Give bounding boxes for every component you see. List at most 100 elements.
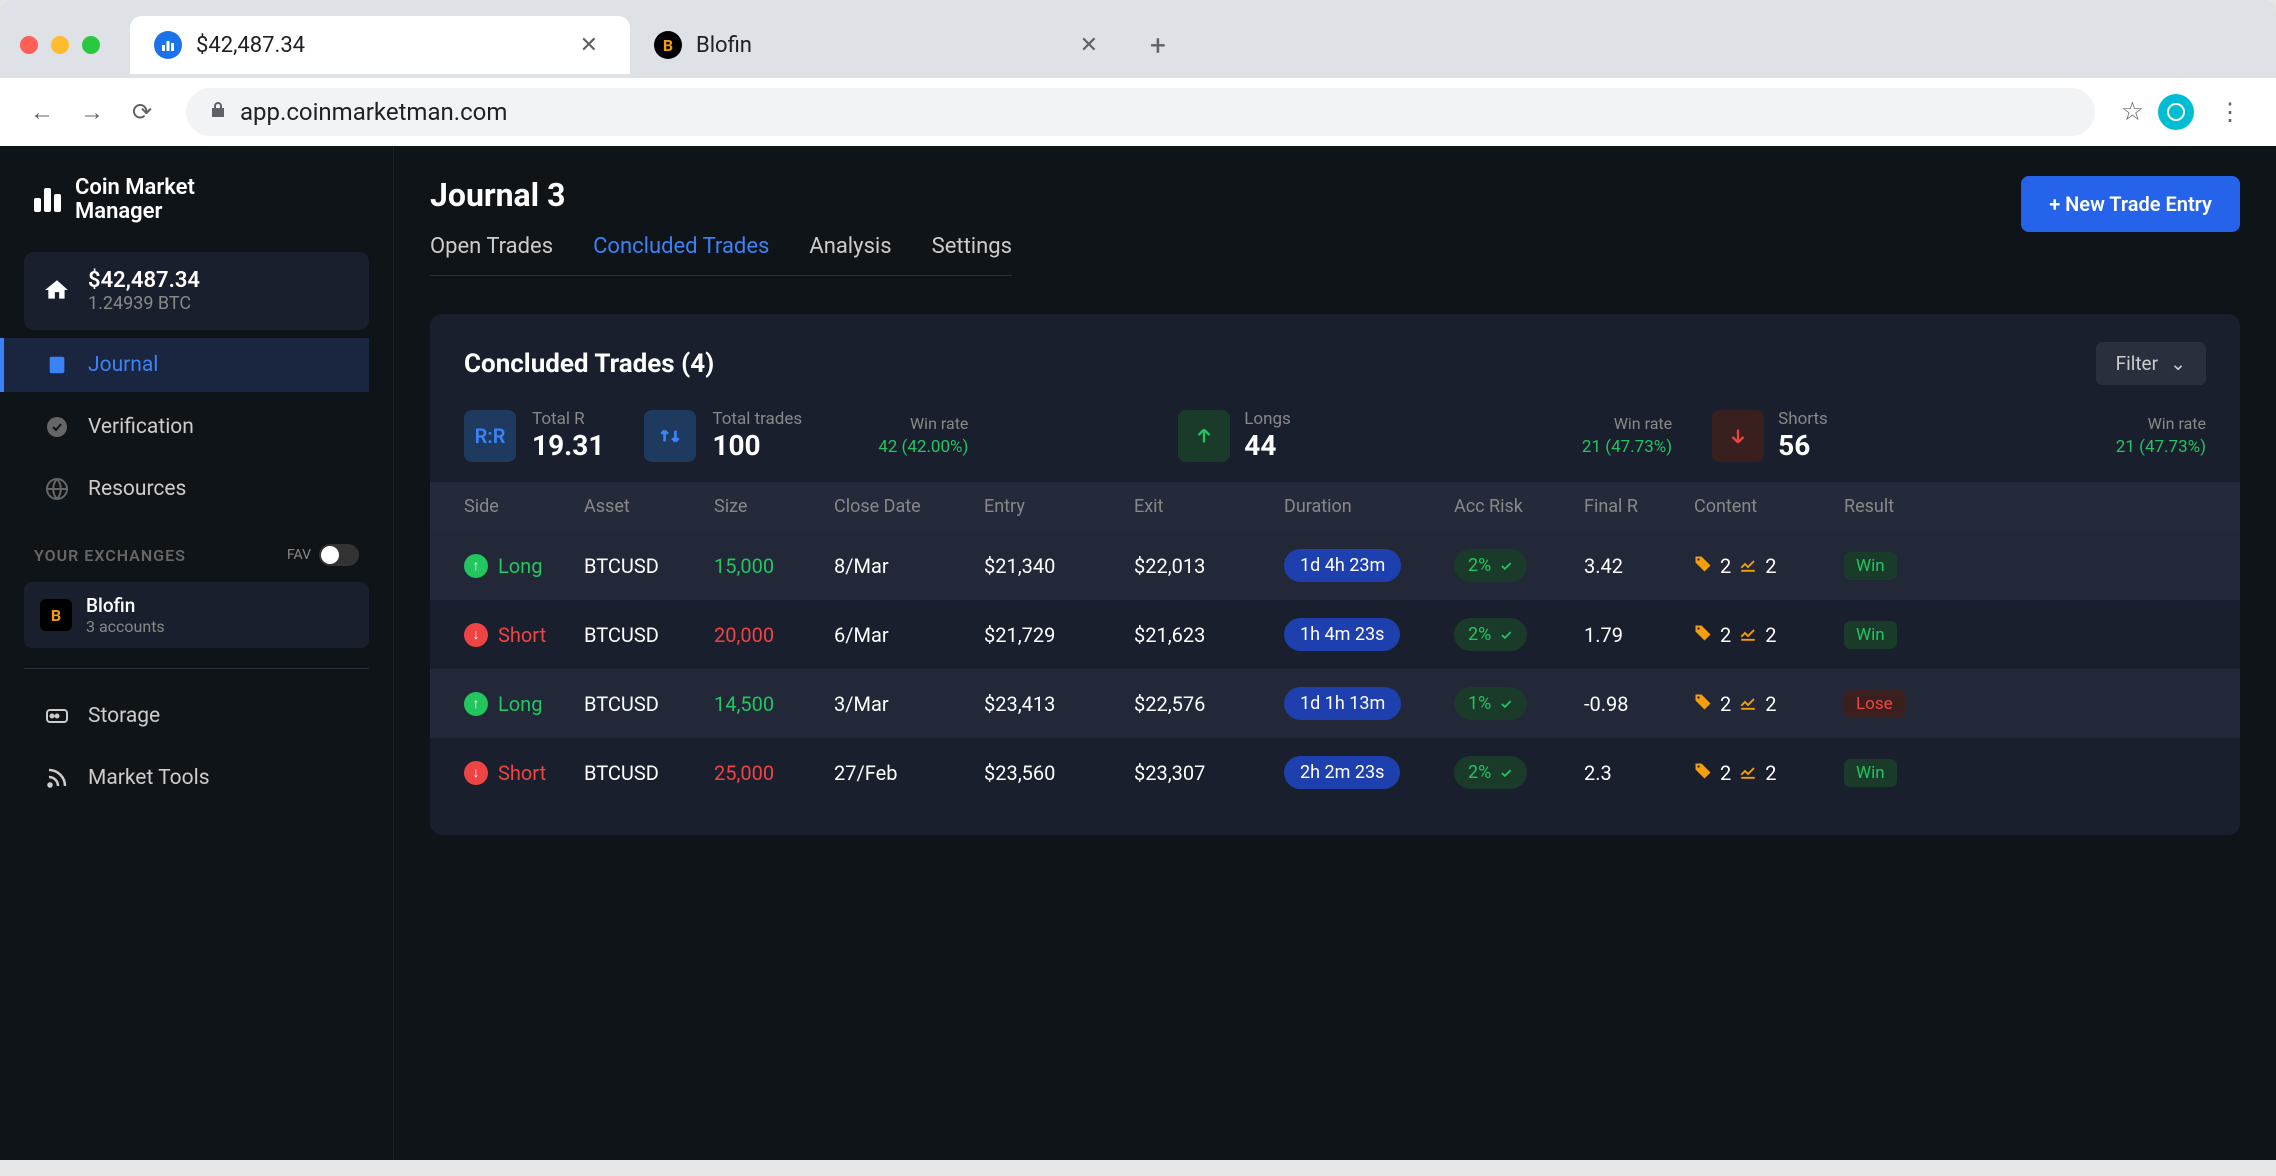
cell-side: ↑ Long — [464, 554, 584, 578]
side-label: Long — [498, 554, 542, 578]
concluded-trades-panel: Concluded Trades (4) Filter ⌄ R:R Total … — [430, 314, 2240, 835]
lock-icon — [210, 101, 226, 124]
profile-button[interactable] — [2158, 94, 2194, 130]
sidebar-item-verification[interactable]: Verification — [24, 400, 369, 454]
tab-settings[interactable]: Settings — [932, 234, 1012, 259]
tab-title: Blofin — [696, 33, 1058, 58]
cell-exit: $21,623 — [1134, 623, 1284, 647]
reload-button[interactable]: ⟳ — [124, 94, 160, 130]
browser-toolbar: ← → ⟳ app.coinmarketman.com ☆ ⋮ — [0, 78, 2276, 146]
cell-size: 14,500 — [714, 692, 834, 716]
balance-usd: $42,487.34 — [88, 268, 200, 293]
cell-final-r: 2.3 — [1584, 761, 1694, 785]
sidebar-item-storage[interactable]: Storage — [24, 689, 369, 743]
cell-asset: BTCUSD — [584, 554, 714, 578]
col-exit: Exit — [1134, 496, 1284, 517]
forward-button[interactable]: → — [74, 94, 110, 130]
stat-value: 56 — [1778, 429, 1828, 462]
address-bar[interactable]: app.coinmarketman.com — [186, 88, 2095, 136]
winrate-label: Win rate — [1614, 414, 1672, 433]
balance-card[interactable]: $42,487.34 1.24939 BTC — [24, 252, 369, 330]
balance-btc: 1.24939 BTC — [88, 293, 200, 314]
cell-asset: BTCUSD — [584, 692, 714, 716]
filter-label: Filter — [2116, 352, 2158, 375]
browser-menu-button[interactable]: ⋮ — [2208, 98, 2252, 126]
exchanges-section-header: YOUR EXCHANGES FAV — [24, 524, 369, 574]
cell-entry: $23,560 — [984, 761, 1134, 785]
new-trade-entry-button[interactable]: + New Trade Entry — [2021, 176, 2240, 232]
chart-count: 2 — [1765, 554, 1776, 578]
tag-icon — [1694, 554, 1712, 578]
cell-result: Lose — [1844, 690, 1944, 718]
exchange-item-blofin[interactable]: B Blofin 3 accounts — [24, 582, 369, 648]
stat-label: Total trades — [712, 409, 802, 429]
cell-final-r: 1.79 — [1584, 623, 1694, 647]
tab-close-button[interactable]: ✕ — [572, 29, 606, 62]
exchange-subtitle: 3 accounts — [86, 617, 165, 636]
traffic-lights — [20, 36, 100, 54]
close-window-button[interactable] — [20, 36, 38, 54]
home-icon — [44, 277, 72, 305]
new-tab-button[interactable]: + — [1130, 29, 1186, 62]
cell-side: ↑ Long — [464, 692, 584, 716]
winrate-label: Win rate — [910, 414, 968, 433]
col-final-r: Final R — [1584, 496, 1694, 517]
app-logo[interactable]: Coin MarketManager — [24, 176, 369, 224]
tag-icon — [1694, 623, 1712, 647]
side-label: Long — [498, 692, 542, 716]
globe-icon — [44, 476, 70, 502]
logo-text: Coin MarketManager — [75, 176, 195, 224]
tag-icon — [1694, 761, 1712, 785]
filter-button[interactable]: Filter ⌄ — [2096, 342, 2206, 385]
tag-icon — [1694, 692, 1712, 716]
table-row[interactable]: ↓ Short BTCUSD 25,000 27/Feb $23,560 $23… — [430, 738, 2240, 807]
tab-favicon: B — [654, 31, 682, 59]
col-content: Content — [1694, 496, 1844, 517]
stat-total-r: R:R Total R 19.31 — [464, 409, 604, 462]
col-duration: Duration — [1284, 496, 1454, 517]
table-row[interactable]: ↑ Long BTCUSD 15,000 8/Mar $21,340 $22,0… — [430, 531, 2240, 600]
table-row[interactable]: ↑ Long BTCUSD 14,500 3/Mar $23,413 $22,5… — [430, 669, 2240, 738]
trades-table: Side Asset Size Close Date Entry Exit Du… — [464, 482, 2206, 807]
col-entry: Entry — [984, 496, 1134, 517]
cell-final-r: 3.42 — [1584, 554, 1694, 578]
sidebar: Coin MarketManager $42,487.34 1.24939 BT… — [0, 146, 394, 1160]
cell-acc-risk: 2% — [1454, 618, 1584, 651]
col-size: Size — [714, 496, 834, 517]
sidebar-item-market-tools[interactable]: Market Tools — [24, 751, 369, 805]
browser-tab-inactive[interactable]: B Blofin ✕ — [630, 16, 1130, 74]
sidebar-item-resources[interactable]: Resources — [24, 462, 369, 516]
stat-value: 44 — [1244, 429, 1291, 462]
exchange-icon: B — [40, 599, 72, 631]
bookmark-icon[interactable]: ☆ — [2121, 97, 2144, 127]
cell-exit: $22,013 — [1134, 554, 1284, 578]
sidebar-item-journal[interactable]: Journal — [0, 338, 369, 392]
winrate-label: Win rate — [2148, 414, 2206, 433]
address-text: app.coinmarketman.com — [240, 98, 507, 126]
tab-concluded-trades[interactable]: Concluded Trades — [593, 234, 769, 259]
tab-close-button[interactable]: ✕ — [1072, 29, 1106, 62]
chart-icon — [1739, 623, 1757, 647]
tab-open-trades[interactable]: Open Trades — [430, 234, 553, 259]
chart-count: 2 — [1765, 761, 1776, 785]
fav-toggle[interactable] — [319, 544, 359, 566]
cell-exit: $22,576 — [1134, 692, 1284, 716]
table-body: ↑ Long BTCUSD 15,000 8/Mar $21,340 $22,0… — [464, 531, 2206, 807]
tab-analysis[interactable]: Analysis — [809, 234, 891, 259]
cell-acc-risk: 1% — [1454, 687, 1584, 720]
back-button[interactable]: ← — [24, 94, 60, 130]
check-circle-icon — [44, 414, 70, 440]
table-row[interactable]: ↓ Short BTCUSD 20,000 6/Mar $21,729 $21,… — [430, 600, 2240, 669]
browser-tab-active[interactable]: $42,487.34 ✕ — [130, 16, 630, 74]
minimize-window-button[interactable] — [51, 36, 69, 54]
side-label: Short — [498, 761, 546, 785]
cell-close-date: 3/Mar — [834, 692, 984, 716]
cell-close-date: 8/Mar — [834, 554, 984, 578]
cell-duration: 1d 1h 13m — [1284, 687, 1454, 720]
stat-shorts: Shorts 56 Win rate 21 (47.73%) — [1712, 409, 2206, 462]
sidebar-item-label: Verification — [88, 415, 194, 439]
stat-total-trades: Total trades 100 Win rate 42 (42.00%) — [644, 409, 1138, 462]
arrow-up-icon: ↑ — [464, 554, 488, 578]
col-acc-risk: Acc Risk — [1454, 496, 1584, 517]
maximize-window-button[interactable] — [82, 36, 100, 54]
